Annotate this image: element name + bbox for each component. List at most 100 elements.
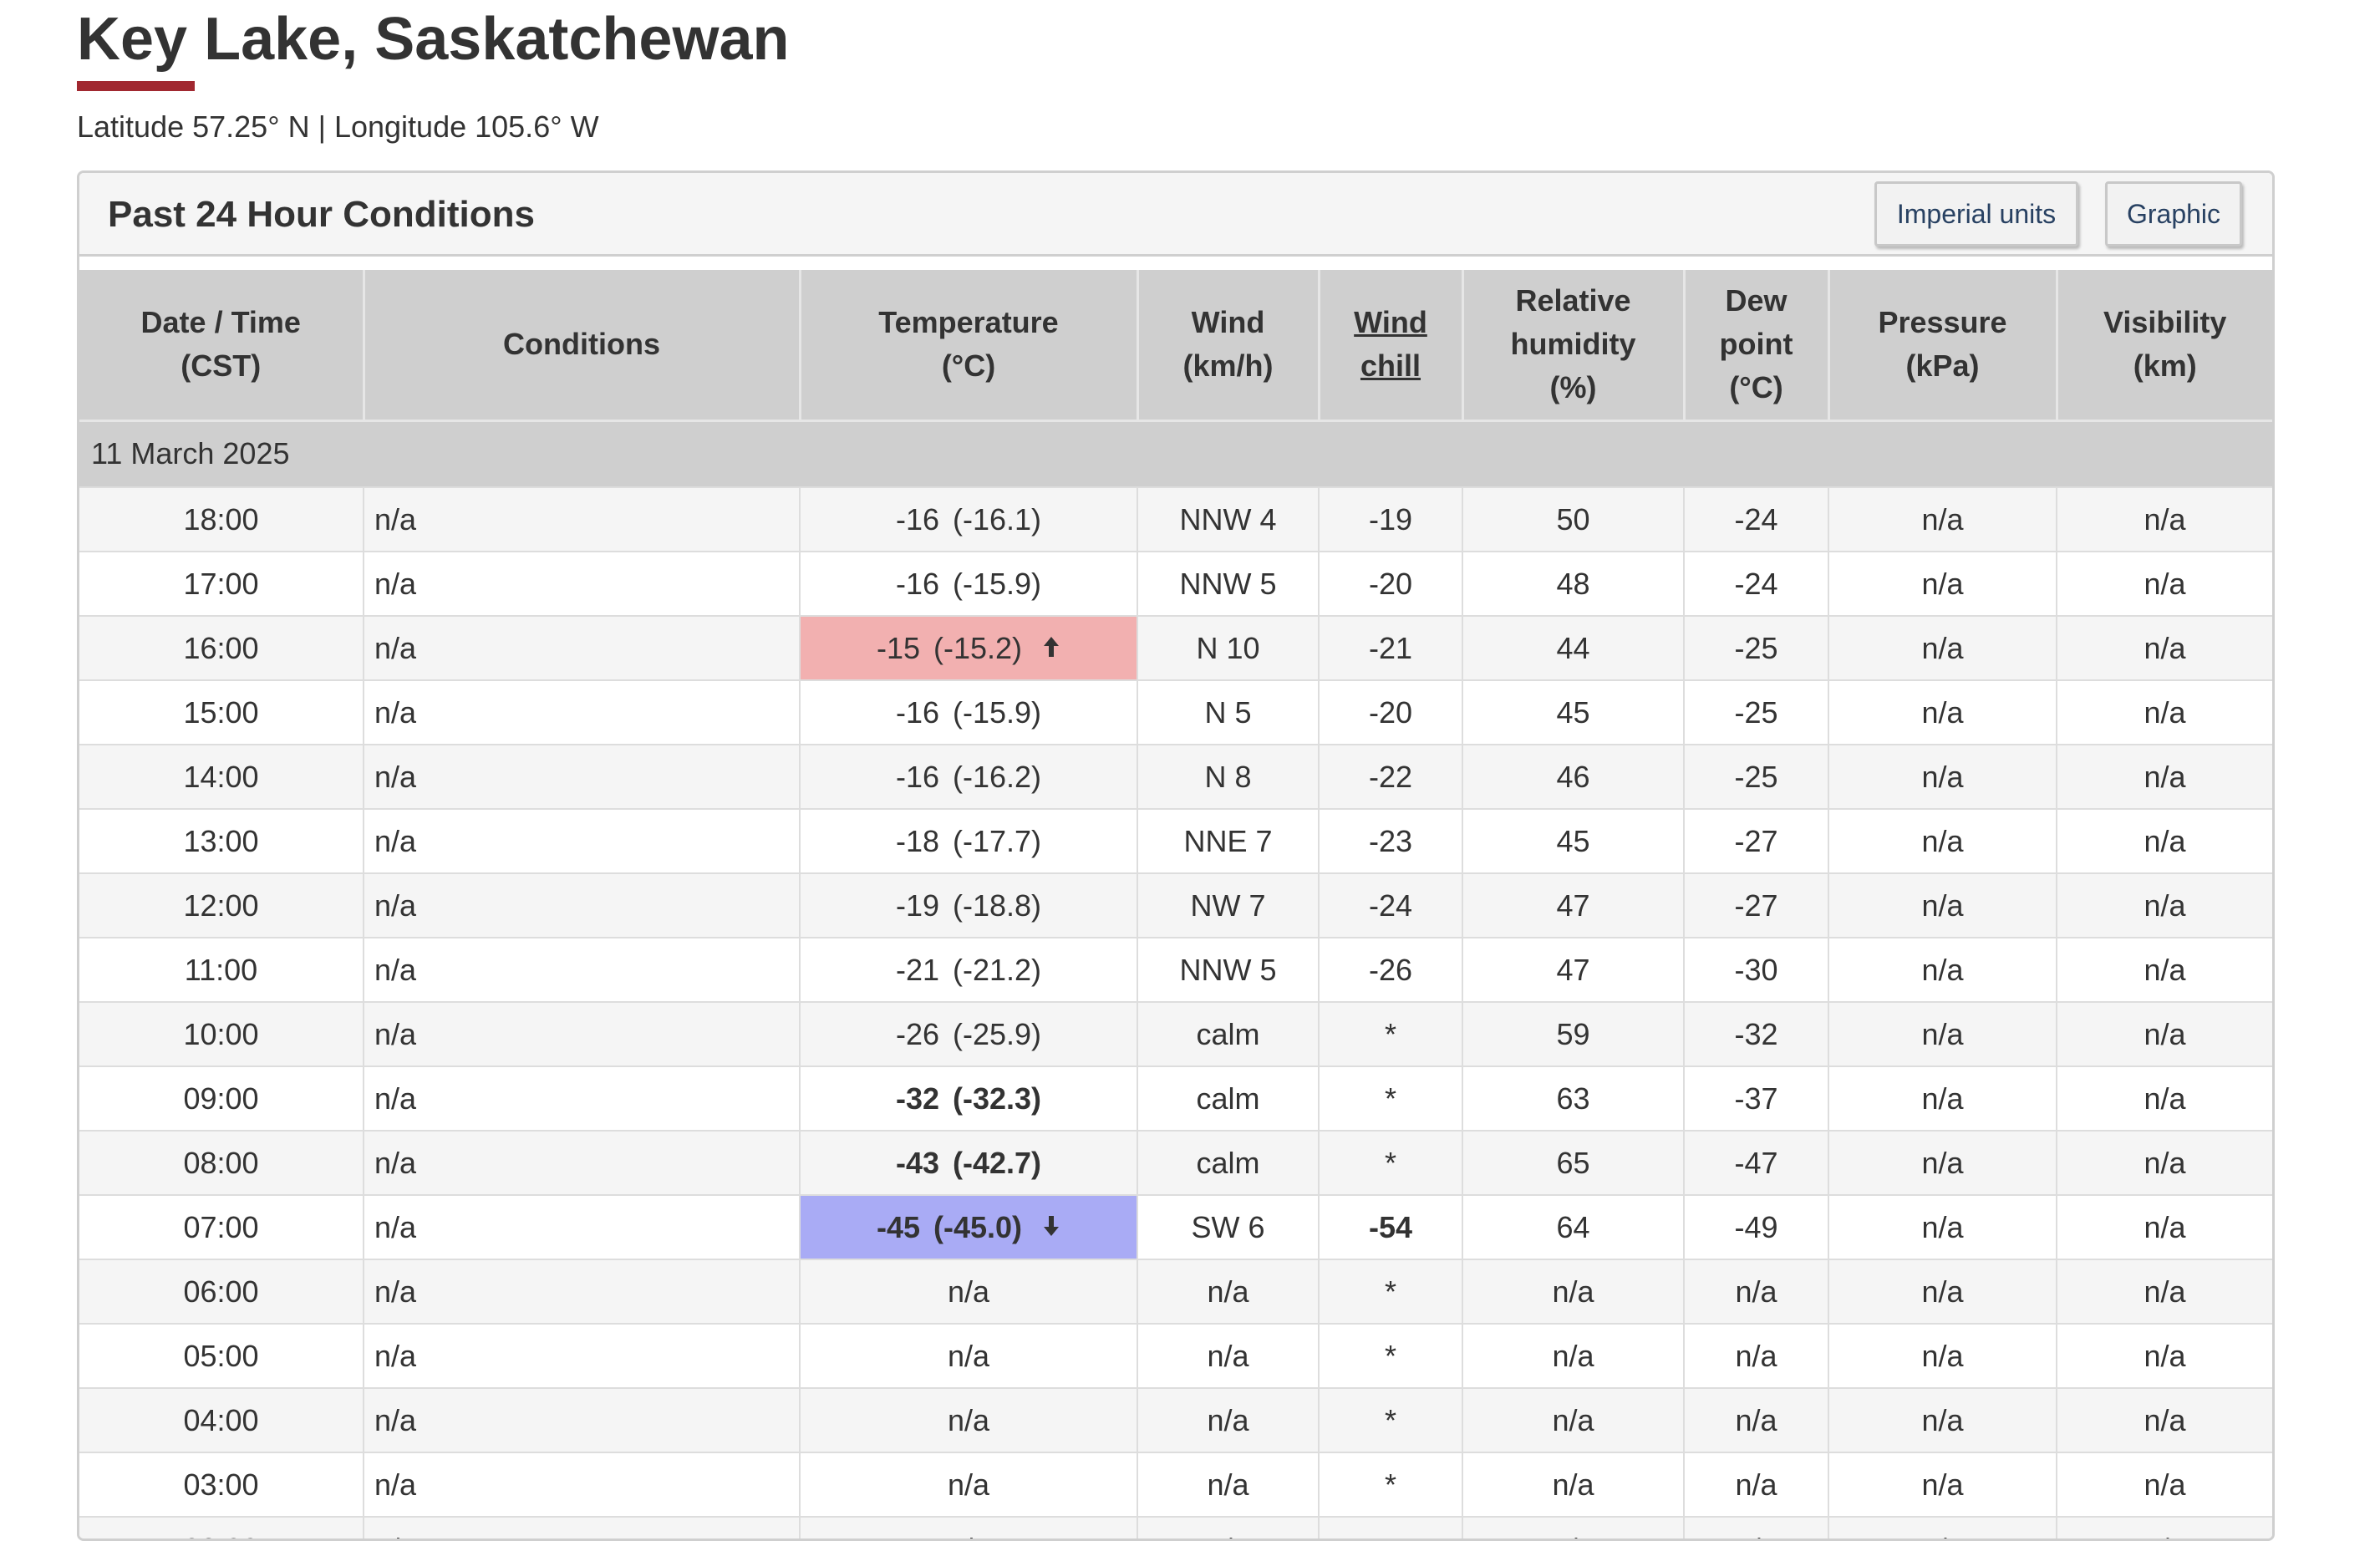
time-cell: 12:00 xyxy=(79,872,364,938)
wind-cell: NW 7 xyxy=(1137,872,1320,938)
imperial-units-button[interactable]: Imperial units xyxy=(1874,181,2078,247)
temperature-exact: (-32.3) xyxy=(953,1081,1042,1116)
visibility-cell: n/a xyxy=(2057,937,2272,1002)
table-row: 18:00 n/a -16 (-16.1) NNW 4 -19 50 -24 n/a n/a xyxy=(79,486,2272,552)
time-cell: 05:00 xyxy=(79,1323,364,1388)
conditions-table: Date / Time (CST) Conditions Temperature(… xyxy=(79,270,2272,1538)
visibility-cell: n/a xyxy=(2057,1130,2272,1195)
dewpoint-cell: -25 xyxy=(1684,679,1829,745)
humidity-cell: 64 xyxy=(1462,1194,1685,1259)
panel-heading: Past 24 Hour Conditions Imperial units G… xyxy=(79,173,2272,257)
wind-cell: N 10 xyxy=(1137,615,1320,680)
conditions-cell: n/a xyxy=(364,937,801,1002)
dewpoint-cell: -37 xyxy=(1684,1065,1829,1131)
humidity-cell: 59 xyxy=(1462,1001,1685,1066)
windchill-cell: -23 xyxy=(1319,808,1463,873)
table-row: 02:00n/an/an/a*n/an/an/an/a xyxy=(79,1516,2272,1538)
temperature-exact: (-15.2) xyxy=(933,630,1023,665)
humidity-cell: n/a xyxy=(1462,1323,1685,1388)
temperature-rounded: n/a xyxy=(947,1274,990,1309)
temperature-rounded: -15 xyxy=(876,630,920,665)
temperature-rounded: -45 xyxy=(876,1209,920,1244)
conditions-cell: n/a xyxy=(364,1259,801,1324)
temperature-cell: n/a xyxy=(800,1516,1138,1538)
dewpoint-cell: -32 xyxy=(1684,1001,1829,1066)
pressure-cell: n/a xyxy=(1828,551,2057,616)
down-arrow-icon xyxy=(1042,1214,1060,1243)
page-title: Key Lake, Saskatchewan xyxy=(77,6,790,73)
temperature-cell: -16 (-15.9) xyxy=(800,551,1138,616)
humidity-cell: 63 xyxy=(1462,1065,1685,1131)
windchill-cell: -20 xyxy=(1319,679,1463,745)
header-datetime: Date / Time (CST) xyxy=(79,270,365,420)
visibility-cell: n/a xyxy=(2057,744,2272,809)
temperature-exact: (-15.9) xyxy=(953,566,1042,601)
latitude: Latitude 57.25° N xyxy=(77,109,310,144)
pressure-cell: n/a xyxy=(1828,1065,2057,1131)
wind-cell: calm xyxy=(1137,1065,1320,1131)
temperature-cell: -32 (-32.3) xyxy=(800,1065,1138,1131)
pressure-cell: n/a xyxy=(1828,1194,2057,1259)
table-row: 14:00 n/a -16 (-16.2) N 8 -22 46 -25 n/a n/a xyxy=(79,744,2272,809)
wind-cell: NNW 5 xyxy=(1137,937,1320,1002)
time-cell: 13:00 xyxy=(79,808,364,873)
temperature-cell: -26 (-25.9) xyxy=(800,1001,1138,1066)
dewpoint-cell: -25 xyxy=(1684,615,1829,680)
visibility-cell: n/a xyxy=(2057,1065,2272,1131)
conditions-cell: n/a xyxy=(364,1065,801,1131)
humidity-cell: 47 xyxy=(1462,872,1685,938)
temperature-exact: (-42.7) xyxy=(953,1145,1042,1180)
pressure-cell: n/a xyxy=(1828,872,2057,938)
temperature-cell: n/a xyxy=(800,1452,1138,1517)
table-row: 15:00 n/a -16 (-15.9) N 5 -20 45 -25 n/a n/a xyxy=(79,679,2272,745)
temperature-exact: (-15.9) xyxy=(953,694,1042,730)
dewpoint-cell: n/a xyxy=(1684,1387,1829,1452)
visibility-cell: n/a xyxy=(2057,679,2272,745)
header-dewpoint: Dew point (°C) xyxy=(1684,270,1830,420)
header-wind: Wind (km/h) xyxy=(1137,270,1320,420)
windchill-cell: * xyxy=(1319,1387,1463,1452)
conditions-cell: n/a xyxy=(364,1516,801,1538)
table-row: 07:00 n/a -45 (-45.0) SW 6 -54 64 -49 n/a n/a xyxy=(79,1194,2272,1259)
temperature-cell: -15 (-15.2) xyxy=(800,615,1138,680)
conditions-cell: n/a xyxy=(364,1323,801,1388)
time-cell: 06:00 xyxy=(79,1259,364,1324)
pressure-cell: n/a xyxy=(1828,1516,2057,1538)
pressure-cell: n/a xyxy=(1828,1001,2057,1066)
windchill-cell: -26 xyxy=(1319,937,1463,1002)
header-windchill-link[interactable]: Wind chill xyxy=(1319,270,1464,420)
dewpoint-cell: -25 xyxy=(1684,744,1829,809)
header-conditions: Conditions xyxy=(364,270,801,420)
table-row: 04:00 n/a n/a n/a * n/a n/a n/a n/a xyxy=(79,1387,2272,1452)
time-cell: 17:00 xyxy=(79,551,364,616)
conditions-cell: n/a xyxy=(364,744,801,809)
temperature-rounded: -18 xyxy=(895,823,939,858)
humidity-cell: 47 xyxy=(1462,937,1685,1002)
windchill-cell: -21 xyxy=(1319,615,1463,680)
pressure-cell: n/a xyxy=(1828,486,2057,552)
windchill-cell: -20 xyxy=(1319,551,1463,616)
visibility-cell: n/a xyxy=(2057,1323,2272,1388)
conditions-cell: n/a xyxy=(364,551,801,616)
date-row: 11 March 2025 xyxy=(79,419,2272,487)
visibility-cell: n/a xyxy=(2057,808,2272,873)
time-cell: 14:00 xyxy=(79,744,364,809)
table-row: 10:00 n/a -26 (-25.9) calm * 59 -32 n/a n/a xyxy=(79,1001,2272,1066)
visibility-cell: n/a xyxy=(2057,1387,2272,1452)
temperature-rounded: n/a xyxy=(947,1402,990,1437)
pressure-cell: n/a xyxy=(1828,1387,2057,1452)
dewpoint-cell: -30 xyxy=(1684,937,1829,1002)
dewpoint-cell: -27 xyxy=(1684,872,1829,938)
wind-cell: N 8 xyxy=(1137,744,1320,809)
humidity-cell: 65 xyxy=(1462,1130,1685,1195)
graphic-button[interactable]: Graphic xyxy=(2105,181,2242,247)
conditions-cell: n/a xyxy=(364,679,801,745)
dewpoint-cell: n/a xyxy=(1684,1323,1829,1388)
windchill-cell: -24 xyxy=(1319,872,1463,938)
wind-cell: calm xyxy=(1137,1001,1320,1066)
temperature-cell: -21 (-21.2) xyxy=(800,937,1138,1002)
time-cell: 04:00 xyxy=(79,1387,364,1452)
time-cell: 16:00 xyxy=(79,615,364,680)
wind-cell: n/a xyxy=(1137,1452,1320,1517)
table-row: 03:00 n/a n/a n/a * n/a n/a n/a n/a xyxy=(79,1452,2272,1517)
